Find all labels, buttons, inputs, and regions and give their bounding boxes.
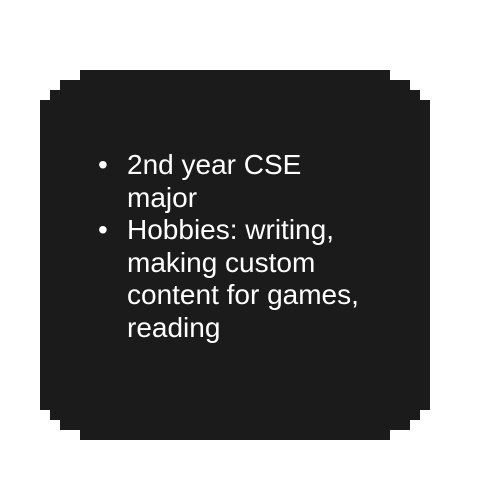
bullet-line: major (127, 181, 198, 213)
bullet-icon: • (98, 149, 108, 180)
bullet-line: content for games, (127, 279, 359, 310)
bullet-line: 2nd year CSE (127, 149, 302, 180)
slide-canvas: • 2nd year CSE major • Hobbies: writing,… (0, 0, 500, 500)
bullet-line: making custom (127, 246, 316, 278)
bullet-line: Hobbies: writing, (127, 214, 334, 245)
bio-bullet-list: • 2nd year CSE major • Hobbies: writing,… (98, 149, 398, 344)
bullet-line: reading (127, 311, 221, 343)
bullet-icon: • (98, 214, 108, 245)
bullet-item-major: • 2nd year CSE major (98, 149, 398, 214)
bullet-item-hobbies: • Hobbies: writing, making custom conten… (98, 214, 398, 344)
